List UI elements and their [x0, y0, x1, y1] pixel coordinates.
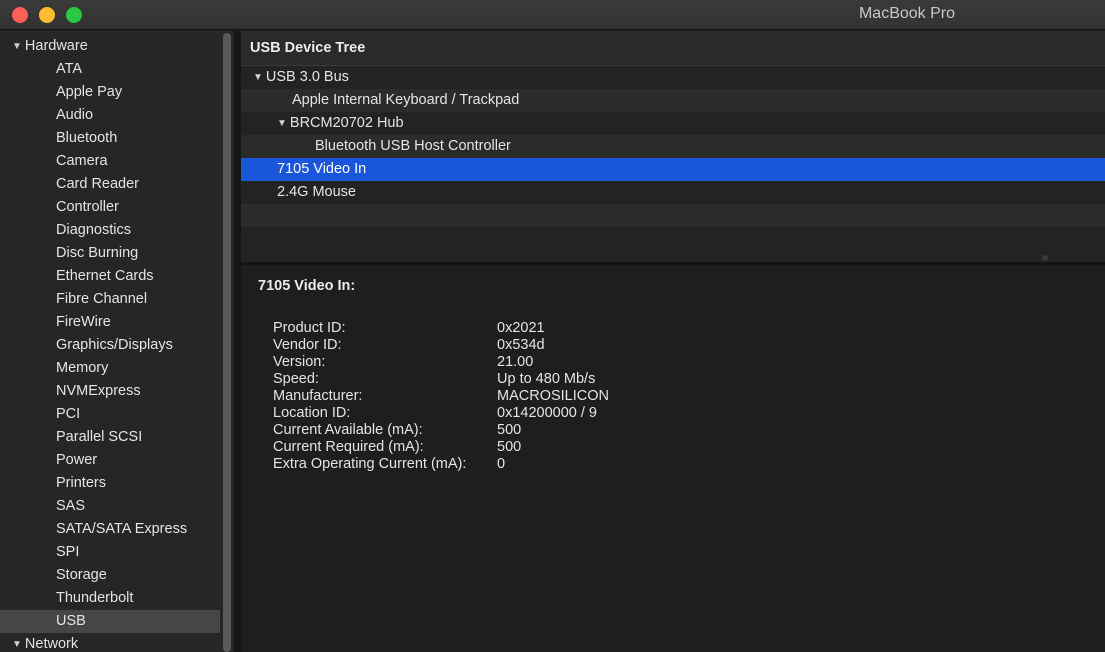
sidebar-group-label: Hardware — [24, 38, 88, 54]
tree-empty-row — [241, 227, 1105, 250]
property-value: 0x14200000 / 9 — [497, 405, 597, 421]
window-title: MacBook Pro — [858, 5, 956, 22]
property-value: 500 — [497, 439, 522, 455]
disclosure-triangle-icon[interactable]: ▼ — [12, 633, 22, 652]
tree-row-brcm-hub[interactable]: ▼ BRCM20702 Hub — [241, 112, 1105, 135]
tree-row-mouse[interactable]: 2.4G Mouse — [241, 181, 1105, 204]
sidebar-item-sata-express[interactable]: SATA/SATA Express — [0, 518, 220, 541]
property-row: Version: 21.00 — [273, 354, 609, 371]
property-value: 0x534d — [497, 337, 545, 353]
property-label: Vendor ID: — [273, 337, 342, 353]
vertical-split-divider[interactable] — [234, 31, 241, 652]
sidebar-item-ata[interactable]: ATA — [0, 58, 220, 81]
property-value: Up to 480 Mb/s — [497, 371, 596, 387]
sidebar-group-network[interactable]: ▼ Network — [0, 633, 220, 652]
sidebar-item-thunderbolt[interactable]: Thunderbolt — [0, 587, 220, 610]
sidebar-item-printers[interactable]: Printers — [0, 472, 220, 495]
sidebar-item-spi[interactable]: SPI — [0, 541, 220, 564]
sidebar-item-pci[interactable]: PCI — [0, 403, 220, 426]
sidebar-item-diagnostics[interactable]: Diagnostics — [0, 219, 220, 242]
sidebar-item-apple-pay[interactable]: Apple Pay — [0, 81, 220, 104]
sidebar-item-controller[interactable]: Controller — [0, 196, 220, 219]
property-row: Current Available (mA): 500 — [273, 422, 609, 439]
sidebar-item-nvmexpress[interactable]: NVMExpress — [0, 380, 220, 403]
property-row: Extra Operating Current (mA): 0 — [273, 456, 609, 473]
sidebar-item-firewire[interactable]: FireWire — [0, 311, 220, 334]
tree-row-usb-bus[interactable]: ▼ USB 3.0 Bus — [241, 66, 1105, 89]
sidebar-item-fibre-channel[interactable]: Fibre Channel — [0, 288, 220, 311]
disclosure-triangle-icon[interactable]: ▼ — [277, 112, 287, 135]
zoom-window-button[interactable] — [66, 7, 82, 23]
sidebar-item-disc-burning[interactable]: Disc Burning — [0, 242, 220, 265]
property-value: 500 — [497, 422, 522, 438]
tree-row-label: Bluetooth USB Host Controller — [315, 138, 511, 154]
property-value: MACROSILICON — [497, 388, 609, 404]
property-row: Speed: Up to 480 Mb/s — [273, 371, 609, 388]
property-list: Product ID: 0x2021 Vendor ID: 0x534d Versi… — [273, 320, 609, 473]
detail-title: 7105 Video In: — [258, 278, 356, 294]
sidebar-group-label: Network — [24, 636, 79, 652]
sidebar-item-storage[interactable]: Storage — [0, 564, 220, 587]
property-label: Current Available (mA): — [273, 422, 423, 438]
sidebar-scrollbar[interactable] — [223, 33, 231, 652]
tree-column-header[interactable]: USB Device Tree — [241, 31, 1105, 66]
tree-row-bluetooth-host-controller[interactable]: Bluetooth USB Host Controller — [241, 135, 1105, 158]
tree-empty-row — [241, 204, 1105, 227]
sidebar-item-graphics-displays[interactable]: Graphics/Displays — [0, 334, 220, 357]
usb-device-tree: USB Device Tree ▼ USB 3.0 Bus Apple Inter… — [241, 31, 1105, 264]
sidebar-item-card-reader[interactable]: Card Reader — [0, 173, 220, 196]
device-detail-pane: 7105 Video In: Product ID: 0x2021 Vendor … — [241, 265, 1105, 652]
property-row: Location ID: 0x14200000 / 9 — [273, 405, 609, 422]
property-row: Vendor ID: 0x534d — [273, 337, 609, 354]
property-label: Current Required (mA): — [273, 439, 424, 455]
splitter-handle-icon[interactable] — [1042, 255, 1048, 261]
property-row: Product ID: 0x2021 — [273, 320, 609, 337]
sidebar-item-sas[interactable]: SAS — [0, 495, 220, 518]
sidebar-list: ▼ Hardware ATA Apple Pay Audio Bluetooth … — [0, 35, 220, 652]
property-label: Location ID: — [273, 405, 351, 421]
sidebar-item-memory[interactable]: Memory — [0, 357, 220, 380]
close-window-button[interactable] — [12, 7, 28, 23]
sidebar-item-usb[interactable]: USB — [0, 610, 220, 633]
property-value: 21.00 — [497, 354, 534, 370]
tree-row-label: BRCM20702 Hub — [289, 115, 404, 131]
sidebar: ▼ Hardware ATA Apple Pay Audio Bluetooth … — [0, 31, 234, 652]
property-label: Speed: — [273, 371, 319, 387]
property-label: Product ID: — [273, 320, 346, 336]
tree-row-label: Apple Internal Keyboard / Trackpad — [292, 92, 520, 108]
sidebar-item-parallel-scsi[interactable]: Parallel SCSI — [0, 426, 220, 449]
minimize-window-button[interactable] — [39, 7, 55, 23]
sidebar-item-audio[interactable]: Audio — [0, 104, 220, 127]
property-row: Manufacturer: MACROSILICON — [273, 388, 609, 405]
tree-row-label: USB 3.0 Bus — [265, 69, 349, 85]
property-row: Current Required (mA): 500 — [273, 439, 609, 456]
property-value: 0 — [497, 456, 506, 472]
system-information-window: MacBook Pro ▼ Hardware ATA Apple Pay Audi… — [0, 0, 1105, 652]
disclosure-triangle-icon[interactable]: ▼ — [253, 66, 263, 89]
disclosure-triangle-icon[interactable]: ▼ — [12, 35, 22, 58]
tree-row-keyboard-trackpad[interactable]: Apple Internal Keyboard / Trackpad — [241, 89, 1105, 112]
tree-row-video-in[interactable]: 7105 Video In — [241, 158, 1105, 181]
property-value: 0x2021 — [497, 320, 545, 336]
property-label: Extra Operating Current (mA): — [273, 456, 467, 472]
sidebar-group-hardware[interactable]: ▼ Hardware — [0, 35, 220, 58]
property-label: Version: — [273, 354, 326, 370]
tree-row-label: 2.4G Mouse — [277, 184, 356, 200]
property-label: Manufacturer: — [273, 388, 363, 404]
tree-row-label: 7105 Video In — [277, 161, 367, 177]
sidebar-item-camera[interactable]: Camera — [0, 150, 220, 173]
title-bar[interactable]: MacBook Pro — [0, 0, 1105, 30]
sidebar-item-power[interactable]: Power — [0, 449, 220, 472]
sidebar-item-ethernet-cards[interactable]: Ethernet Cards — [0, 265, 220, 288]
sidebar-item-bluetooth[interactable]: Bluetooth — [0, 127, 220, 150]
